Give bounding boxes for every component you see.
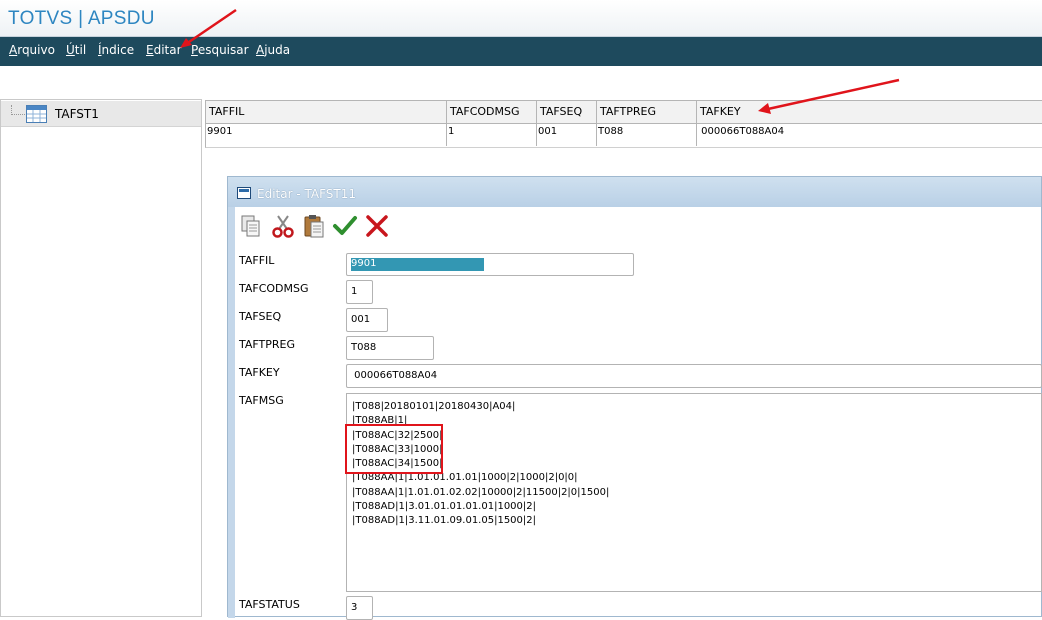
column-header-taftpreg[interactable]: TAFTPREG [597,100,697,124]
tafcodmsg-field[interactable]: 1 [346,280,373,304]
memo-line: |T088AA|1|1.01.01.02.02|10000|2|11500|2|… [352,486,610,498]
memo-line: |T088AC|34|1500| [352,458,443,470]
menu-ajuda[interactable]: Ajuda [256,43,290,57]
menu-arquivo[interactable]: Arquivo [9,43,55,57]
taffil-field[interactable]: 9901 [346,253,634,276]
column-header-taffil[interactable]: TAFFIL [206,100,447,124]
grid-cell-taffil[interactable]: 9901 [206,124,447,146]
memo-line: |T088|20180101|20180430|A04| [352,401,516,412]
window-icon [237,187,251,199]
confirm-check-icon[interactable] [332,213,358,239]
dialog-titlebar[interactable]: Editar - TAFST11 [228,177,1041,207]
menu-editar[interactable]: Editar [146,43,182,57]
dialog-frame [228,207,235,618]
menu-indice[interactable]: Índice [98,43,134,57]
column-header-tafseq[interactable]: TAFSEQ [537,100,597,124]
menu-util[interactable]: Útil [66,43,86,57]
menu-pesquisar[interactable]: Pesquisar [191,43,249,57]
tafcodmsg-label: TAFCODMSG [239,282,309,295]
annotation-highlight-box [345,424,443,474]
tafmsg-memo-field[interactable]: |T088|20180101|20180430|A04| |T088AB|1| … [346,393,1042,592]
grid-cell-taftpreg[interactable]: T088 [597,124,697,146]
grid-cell-tafkey[interactable]: 000066T088A04 [697,124,1042,146]
tree-item-label: TAFST1 [55,107,99,121]
copy-icon[interactable] [238,213,264,239]
tafstatus-label: TAFSTATUS [239,598,300,611]
table-icon [26,105,47,123]
table-tree-panel: TAFST1 [0,99,202,617]
menu-bar: Arquivo Útil Índice Editar Pesquisar Aju… [0,37,1042,66]
tafkey-field[interactable]: 000066T088A04 [346,364,1042,388]
cancel-x-icon[interactable] [364,213,390,239]
tafseq-field[interactable]: 001 [346,308,388,332]
grid-cell-tafseq[interactable]: 001 [537,124,597,146]
tafseq-label: TAFSEQ [239,310,282,323]
cut-icon[interactable] [270,213,296,239]
memo-line: |T088AA|1|1.01.01.01.01|1000|2|1000|2|0|… [352,472,578,484]
memo-line: |T088AC|33|1000| [352,443,443,455]
memo-line: |T088AD|1|3.01.01.01.01.01|1000|2| [352,501,537,513]
column-header-tafcodmsg[interactable]: TAFCODMSG [447,100,537,124]
tafstatus-field[interactable]: 3 [346,596,373,620]
taftpreg-field[interactable]: T088 [346,336,434,360]
dialog-title: Editar - TAFST11 [257,187,356,201]
tree-connector [11,105,25,115]
records-grid: TAFFIL TAFCODMSG TAFSEQ TAFTPREG TAFKEY … [205,100,1042,148]
edit-record-dialog: Editar - TAFST11 TAFFIL 9901 TAFCODMSG 1… [227,176,1042,620]
memo-line: |T088AB|1| [352,415,408,427]
app-title: TOTVS | APSDU [8,8,155,29]
taffil-label: TAFFIL [239,254,275,267]
memo-line: |T088AC|32|2500| [352,429,443,441]
memo-line: |T088AD|1|3.11.01.09.01.05|1500|2| [352,515,537,527]
paste-icon[interactable] [301,213,327,239]
app-titlebar: TOTVS | APSDU [0,0,1042,37]
taffil-selected-value: 9901 [351,258,484,271]
tafmsg-label: TAFMSG [239,394,284,407]
taftpreg-label: TAFTPREG [239,338,295,351]
tafkey-label: TAFKEY [239,366,280,379]
tree-item-tafst1[interactable]: TAFST1 [1,101,201,127]
column-header-tafkey[interactable]: TAFKEY [697,100,1042,124]
grid-cell-tafcodmsg[interactable]: 1 [447,124,537,146]
